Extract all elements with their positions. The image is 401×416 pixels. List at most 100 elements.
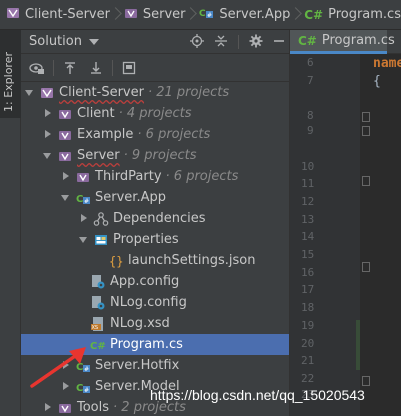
project-icon: C # xyxy=(199,5,214,24)
svg-text:#: # xyxy=(84,198,89,205)
tree-item-count: · 21 projects xyxy=(147,85,230,100)
code-line[interactable]: { xyxy=(373,74,381,89)
expand-arrow-icon[interactable] xyxy=(24,82,36,103)
tree-item-label: App.config xyxy=(110,274,180,289)
tree-item-label: Server.App xyxy=(95,190,166,205)
editor-tab-program-cs[interactable]: C# Program.cs xyxy=(290,30,395,54)
solution-folder-icon xyxy=(124,6,138,24)
watermark: https://blog.csdn.net/qq_15020543 xyxy=(150,387,365,403)
config-file-icon xyxy=(90,295,106,311)
tree-item-count: · 6 projects xyxy=(165,169,239,184)
xsd-file-icon: XS xyxy=(90,316,106,332)
solution-title: Solution xyxy=(29,34,82,49)
solution-folder-icon xyxy=(75,169,91,185)
tree-item-label: ThirdParty xyxy=(95,169,162,184)
csharp-file-icon: C# xyxy=(304,7,324,22)
tree-item-client-server[interactable]: Client-Server · 21 projects xyxy=(21,82,289,103)
tree-item-count: · 4 projects xyxy=(118,106,192,121)
preview-icon[interactable] xyxy=(119,58,139,78)
line-number: 21 xyxy=(301,354,315,367)
solution-folder-icon xyxy=(57,106,73,122)
tree-item-label: Properties xyxy=(113,232,179,247)
expand-arrow-icon[interactable] xyxy=(60,187,72,208)
tree-item-example[interactable]: Example · 6 projects xyxy=(21,124,289,145)
fold-marker-icon[interactable] xyxy=(362,112,370,122)
solution-icon xyxy=(39,85,55,101)
tree-item-app-config[interactable]: App.config xyxy=(21,271,289,292)
config-file-icon xyxy=(90,274,106,290)
line-number: 20 xyxy=(301,337,315,350)
dependencies-icon xyxy=(93,211,109,227)
svg-text:{}: {} xyxy=(109,254,123,268)
tree-item-properties[interactable]: Properties xyxy=(21,229,289,250)
explorer-header: Solution xyxy=(21,30,289,54)
breadcrumb-item-server[interactable]: Server xyxy=(124,0,186,30)
expand-arrow-icon[interactable] xyxy=(42,145,54,166)
solution-folder-icon xyxy=(57,148,73,164)
explorer-tool-tab[interactable]: 1: Explorer xyxy=(0,30,21,118)
line-number: 9 xyxy=(307,124,314,137)
line-number: 16 xyxy=(301,266,315,279)
collapse-arrow-icon[interactable] xyxy=(42,103,54,124)
editor-tab-bar: C# Program.cs xyxy=(290,30,401,54)
chevron-right-icon xyxy=(188,0,195,30)
fold-marker-icon[interactable] xyxy=(362,176,370,186)
collapse-all-icon[interactable] xyxy=(214,34,228,51)
tree-item-label: Server.Hotfix xyxy=(95,358,180,373)
properties-icon xyxy=(93,232,109,248)
fold-marker-icon[interactable] xyxy=(362,126,370,136)
explorer-tab-label: 1: Explorer xyxy=(2,51,15,112)
tree-item-count: · 6 projects xyxy=(137,127,211,142)
expand-arrow-icon[interactable] xyxy=(78,229,90,250)
json-file-icon: {} xyxy=(108,253,124,269)
locate-icon[interactable] xyxy=(190,33,204,51)
tree-item-nlog-xsd[interactable]: XS NLog.xsd xyxy=(21,313,289,334)
collapse-arrow-icon[interactable] xyxy=(42,124,54,145)
breadcrumb-item-solution[interactable]: Client-Server xyxy=(6,0,110,30)
tree-item-label: NLog.xsd xyxy=(110,316,170,331)
line-number: 8 xyxy=(307,109,314,122)
solution-icon xyxy=(6,6,20,24)
gear-icon[interactable] xyxy=(249,34,263,51)
collapse-arrow-icon[interactable] xyxy=(78,208,90,229)
annotation-arrow xyxy=(30,347,86,388)
tree-item-label: Example xyxy=(77,127,134,142)
toolbar-divider xyxy=(53,59,54,76)
line-number: 22 xyxy=(301,372,315,385)
tool-window-strip: 1: Explorer xyxy=(0,30,21,416)
toolbar-divider xyxy=(112,59,113,76)
line-number: 17 xyxy=(301,283,315,296)
header-divider xyxy=(238,35,239,49)
tree-item-label: Server xyxy=(77,148,120,163)
collapse-arrow-icon[interactable] xyxy=(42,397,54,416)
tree-item-launchsettings[interactable]: {} launchSettings.json xyxy=(21,250,289,271)
editor-tab-label: Program.cs xyxy=(321,33,395,48)
fold-marker-icon[interactable] xyxy=(362,376,370,386)
tree-item-dependencies[interactable]: Dependencies xyxy=(21,208,289,229)
tree-item-label: Program.cs xyxy=(110,337,183,352)
tree-item-label: Dependencies xyxy=(113,211,206,226)
line-number: 13 xyxy=(301,213,315,226)
breadcrumb-label: Server xyxy=(142,7,186,22)
tree-item-nlog-config[interactable]: NLog.config xyxy=(21,292,289,313)
breadcrumb-label: Client-Server xyxy=(25,7,110,22)
breadcrumb-item-program[interactable]: C# Program.cs xyxy=(304,0,401,30)
tree-item-count: · 9 projects xyxy=(123,148,197,163)
chevron-right-icon xyxy=(293,0,300,30)
code-line[interactable]: name xyxy=(373,56,401,71)
svg-text:XS: XS xyxy=(92,325,99,331)
show-all-files-icon[interactable] xyxy=(27,58,47,78)
solution-view-selector[interactable]: Solution xyxy=(29,34,99,49)
minimize-icon[interactable] xyxy=(273,34,285,51)
tree-item-thirdparty[interactable]: ThirdParty · 6 projects xyxy=(21,166,289,187)
csharp-file-icon: C# xyxy=(298,33,317,48)
push-down-icon[interactable] xyxy=(86,58,106,78)
tree-item-server-app[interactable]: C # Server.App xyxy=(21,187,289,208)
tree-item-label: Tools xyxy=(77,400,110,415)
tree-item-server[interactable]: Server · 9 projects xyxy=(21,145,289,166)
collapse-arrow-icon[interactable] xyxy=(60,166,72,187)
push-up-icon[interactable] xyxy=(60,58,80,78)
fold-marker-icon[interactable] xyxy=(362,262,370,272)
tree-item-client[interactable]: Client · 4 projects xyxy=(21,103,289,124)
breadcrumb-item-server-app[interactable]: C # Server.App xyxy=(199,0,290,30)
